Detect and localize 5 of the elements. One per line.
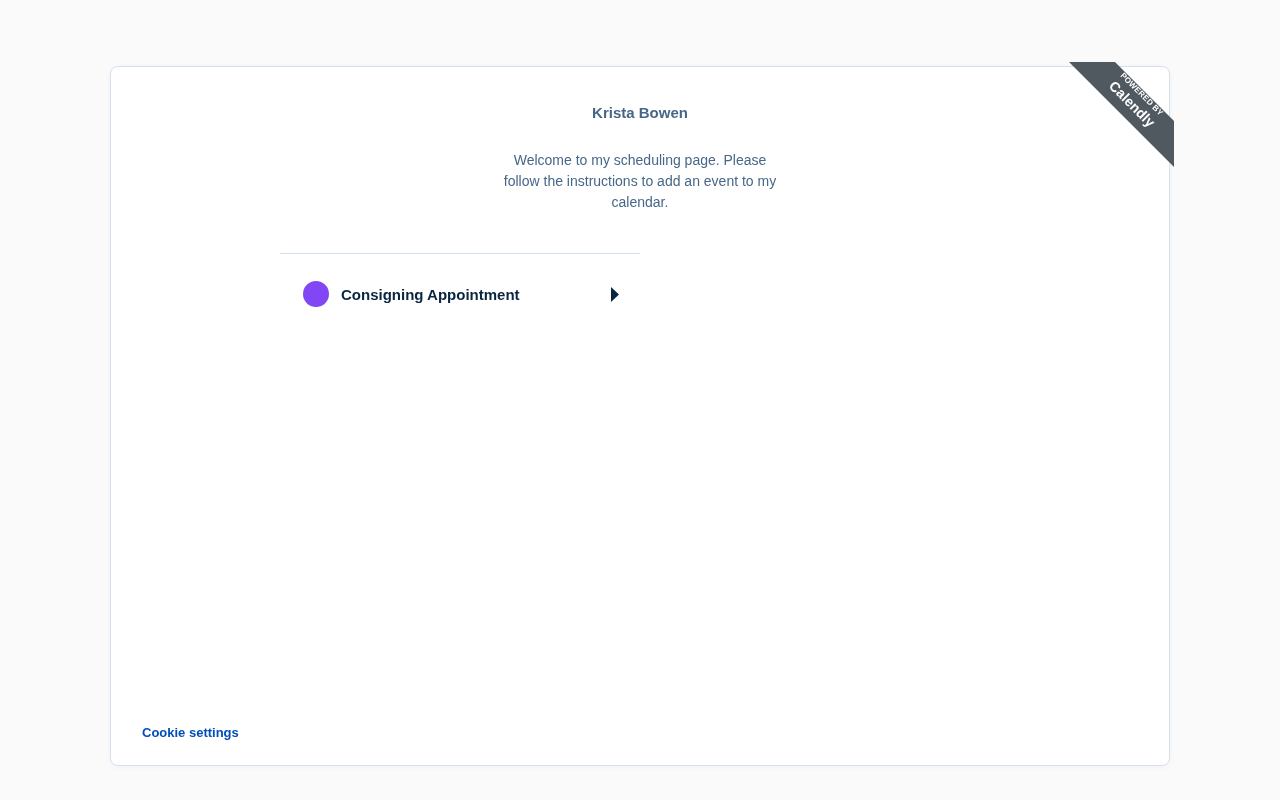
cookie-settings-link[interactable]: Cookie settings [142,725,239,740]
profile-name: Krista Bowen [592,103,688,123]
event-type-button[interactable]: Consigning Appointment [280,254,640,334]
welcome-message: Welcome to my scheduling page. Please follow the instructions to add an event to my calendar. [502,151,778,212]
triangle-right-icon [611,286,619,302]
